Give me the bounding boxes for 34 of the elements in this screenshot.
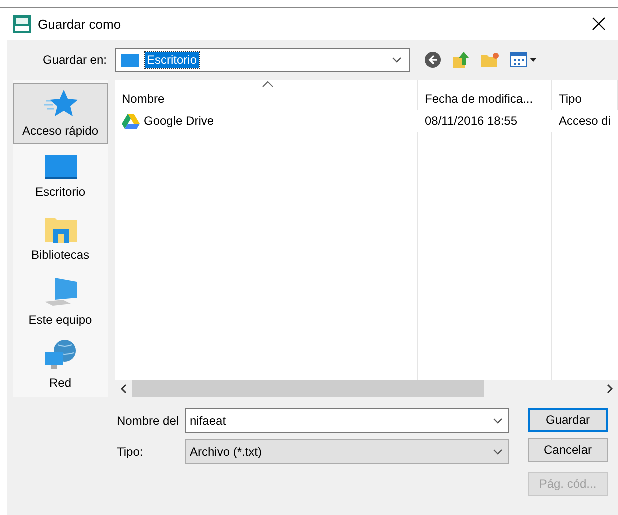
type-cell-text: Acceso di <box>558 114 612 128</box>
drive-shortcut-icon <box>122 113 140 129</box>
close-icon <box>592 17 606 31</box>
folder-icon <box>44 215 78 244</box>
date-cell-text: 08/11/2016 18:55 <box>424 114 519 128</box>
dialog-button[interactable]: Guardar <box>528 408 608 432</box>
save-in-dropdown[interactable]: Escritorio <box>115 48 410 72</box>
file-name-field[interactable]: nifaeat <box>185 408 509 433</box>
desktop-icon <box>44 154 78 180</box>
back-button[interactable] <box>424 51 442 69</box>
scrollbar-thumb[interactable] <box>132 380 484 397</box>
app-logo-icon <box>13 15 31 33</box>
sidebar-item[interactable]: Bibliotecas <box>13 208 108 270</box>
sidebar-item[interactable]: Escritorio <box>13 146 108 207</box>
star-icon <box>44 88 78 119</box>
sidebar-item[interactable]: Acceso rápido <box>13 83 108 144</box>
network-icon <box>44 339 78 372</box>
chevron-left-icon <box>120 384 128 394</box>
view-menu-button[interactable] <box>510 52 538 68</box>
sort-icon <box>262 81 274 88</box>
desktop-icon <box>121 54 139 66</box>
chevron-right-icon <box>606 384 614 394</box>
file-type-label: Tipo: <box>116 444 144 460</box>
computer-icon <box>42 276 78 308</box>
save-in-label: Guardar en: <box>42 53 107 67</box>
sidebar-item[interactable]: Red <box>13 334 108 395</box>
sidebar-item[interactable]: Este equipo <box>13 271 108 332</box>
new-folder-button[interactable] <box>480 52 500 68</box>
file-type-dropdown[interactable]: Archivo (*.txt) <box>185 439 509 464</box>
up-folder-button[interactable] <box>452 51 470 69</box>
file-name-label: Nombre del <box>116 412 180 430</box>
window-title: Guardar como <box>38 16 122 32</box>
file-name-cell[interactable]: Google Drive <box>115 113 418 129</box>
dialog-button[interactable]: Cancelar <box>528 438 608 462</box>
